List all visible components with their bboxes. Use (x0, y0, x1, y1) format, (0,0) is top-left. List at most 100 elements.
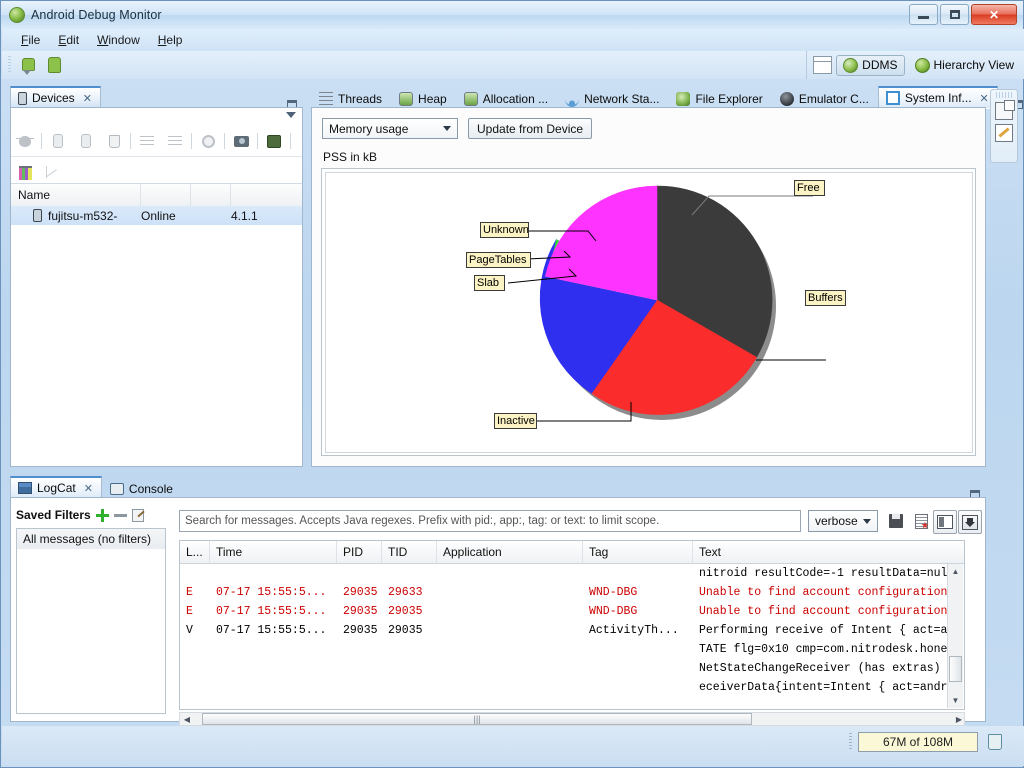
display-view-button[interactable] (933, 510, 957, 534)
android-download-icon[interactable] (18, 55, 38, 75)
restore-perspective-icon[interactable] (995, 100, 1015, 120)
devices-view: Name fujitsu-m532- Online 4.1.1 (10, 107, 303, 467)
scroll-lock-button[interactable] (958, 510, 982, 534)
close-tab-icon[interactable]: ✕ (980, 92, 989, 105)
threads-update-icon[interactable] (137, 131, 157, 151)
column-header-level[interactable]: L... (180, 541, 210, 563)
saved-filters-title: Saved Filters (16, 508, 91, 522)
tab-threads[interactable]: Threads (311, 88, 391, 109)
tab-devices[interactable]: Devices ✕ (10, 86, 101, 109)
table-row[interactable]: V 07-17 15:55:5... 29035 29035 ActivityT… (180, 621, 964, 640)
memory-mode-select[interactable]: Memory usage (322, 118, 458, 139)
log-tag: WND-DBG (589, 586, 638, 599)
list-item[interactable]: All messages (no filters) (17, 529, 165, 549)
system-information-icon[interactable] (15, 160, 35, 180)
column-header-time[interactable]: Time (210, 541, 337, 563)
tab-emulator-control[interactable]: Emulator C... (772, 88, 878, 109)
column-header-pid[interactable]: PID (337, 541, 382, 563)
line-chart-icon[interactable] (43, 160, 63, 180)
table-row[interactable]: TATE flg=0x10 cmp=com.nitrodesk.honey.r (180, 640, 964, 659)
search-input[interactable]: Search for messages. Accepts Java regexe… (179, 510, 801, 532)
log-text: Performing receive of Intent { act=andr (699, 624, 950, 637)
tab-logcat[interactable]: LogCat ✕ (10, 476, 102, 499)
column-header-tid[interactable]: TID (382, 541, 437, 563)
edit-perspective-icon[interactable] (995, 124, 1013, 142)
maximize-button[interactable] (940, 4, 969, 25)
screen-capture-icon[interactable] (231, 131, 251, 151)
menu-edit[interactable]: Edit (49, 31, 88, 49)
log-level-select[interactable]: verbose (808, 510, 878, 532)
perspective-side-bar (990, 89, 1018, 163)
table-row[interactable]: fujitsu-m532- Online 4.1.1 (11, 206, 302, 225)
scroll-right-arrow[interactable]: ▶ (956, 715, 962, 724)
run-gc-icon[interactable] (988, 734, 1002, 750)
log-vertical-scrollbar[interactable]: ▲ ▼ (947, 564, 963, 708)
tab-system-information[interactable]: System Inf... ✕ (877, 86, 998, 109)
column-header-name[interactable]: Name (11, 184, 141, 206)
trash-icon[interactable] (104, 131, 124, 151)
table-row[interactable]: NetStateChangeReceiver (has extras) } i (180, 659, 964, 678)
logcat-view: Saved Filters All messages (no filters) … (10, 497, 986, 726)
column-header-3[interactable] (191, 184, 231, 206)
table-row[interactable]: E 07-17 15:55:5... 29035 29633 WND-DBG U… (180, 583, 964, 602)
scroll-thumb[interactable]: ||| (202, 713, 752, 725)
stop-process-icon[interactable] (198, 131, 218, 151)
toolbar-grip[interactable] (8, 56, 11, 74)
table-row[interactable]: nitroid resultCode=-1 resultData=null (180, 564, 964, 583)
pie-label-free: Free (794, 180, 825, 196)
saved-filters-pane: Saved Filters All messages (no filters) (16, 504, 166, 716)
gc-icon[interactable] (76, 131, 96, 151)
log-horizontal-scrollbar[interactable]: ◀ ||| ▶ (179, 712, 965, 726)
close-tab-icon[interactable]: ✕ (83, 92, 92, 105)
column-header-2[interactable] (141, 184, 191, 206)
table-row[interactable]: eceiverData{intent=Intent { act=androi (180, 678, 964, 697)
table-row[interactable]: E 07-17 15:55:5... 29035 29035 WND-DBG U… (180, 602, 964, 621)
debug-bug-icon[interactable] (15, 131, 35, 151)
heap-usage-bar[interactable]: 67M of 108M (858, 732, 978, 752)
view-menu-triangle-icon[interactable] (286, 112, 296, 118)
clear-log-button[interactable] (910, 510, 932, 532)
scroll-thumb[interactable] (949, 656, 962, 682)
tab-file-explorer[interactable]: File Explorer (668, 88, 771, 109)
column-header-4[interactable] (231, 184, 302, 206)
android-device-icon[interactable] (44, 55, 64, 75)
scroll-down-arrow[interactable]: ▼ (948, 693, 963, 708)
heap-widget-grip[interactable] (849, 733, 852, 751)
edit-filter-icon[interactable] (131, 508, 144, 522)
column-header-tag[interactable]: Tag (583, 541, 693, 563)
tab-file-explorer-label: File Explorer (695, 92, 763, 106)
scroll-left-arrow[interactable]: ◀ (180, 715, 194, 724)
minimize-button[interactable] (909, 4, 938, 25)
side-bar-grip[interactable] (996, 92, 1012, 98)
heap-update-icon[interactable] (48, 131, 68, 151)
close-tab-icon[interactable]: ✕ (84, 482, 93, 495)
screen-record-icon[interactable] (264, 131, 284, 151)
remove-filter-icon[interactable] (113, 513, 127, 517)
pie-label-unknown: Unknown (480, 222, 529, 238)
menu-window[interactable]: Window (88, 31, 149, 49)
update-from-device-button[interactable]: Update from Device (468, 118, 593, 139)
tab-console[interactable]: Console (102, 478, 182, 499)
column-header-text[interactable]: Text (693, 541, 950, 563)
scroll-up-arrow[interactable]: ▲ (948, 564, 963, 579)
perspective-ddms[interactable]: DDMS (836, 54, 905, 76)
new-perspective-icon[interactable] (813, 56, 833, 74)
save-log-button[interactable] (885, 510, 907, 532)
sysinfo-tab-row: Threads Heap Allocation ... Network Sta.… (311, 85, 1023, 109)
menu-file[interactable]: File (12, 31, 49, 49)
log-level: E (186, 586, 193, 599)
system-information-view: Memory usage Update from Device PSS in k… (311, 107, 986, 467)
method-profiling-icon[interactable] (165, 131, 185, 151)
column-header-application[interactable]: Application (437, 541, 583, 563)
scroll-to-bottom-icon (962, 514, 978, 530)
close-button[interactable]: ✕ (971, 4, 1017, 25)
tab-heap[interactable]: Heap (391, 88, 456, 109)
add-filter-icon[interactable] (95, 508, 109, 522)
search-placeholder: Search for messages. Accepts Java regexe… (185, 515, 660, 527)
log-level: V (186, 624, 193, 637)
tab-allocation-tracker[interactable]: Allocation ... (456, 88, 557, 109)
log-text: nitroid resultCode=-1 resultData=null (699, 567, 950, 580)
menu-help[interactable]: Help (149, 31, 192, 49)
tab-network-statistics[interactable]: Network Sta... (557, 88, 668, 109)
perspective-hierarchy-view[interactable]: Hierarchy View (909, 56, 1020, 75)
